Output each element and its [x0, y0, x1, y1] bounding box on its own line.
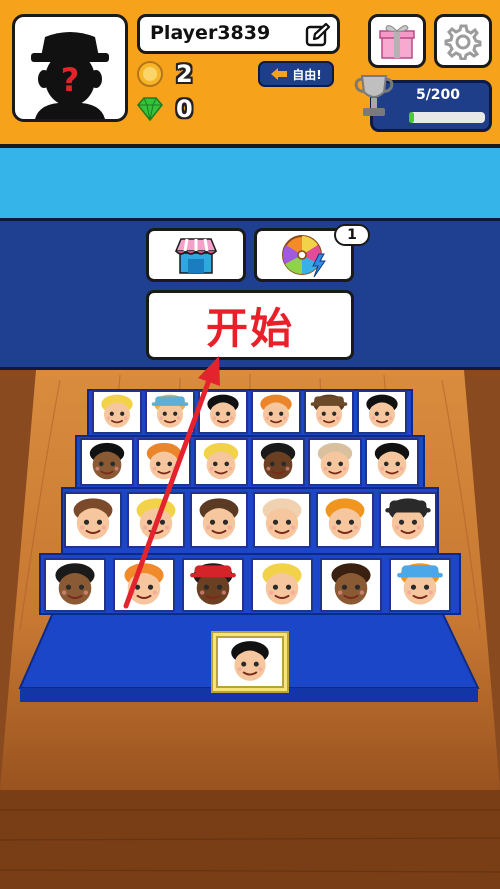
red-arrow [123, 356, 220, 609]
